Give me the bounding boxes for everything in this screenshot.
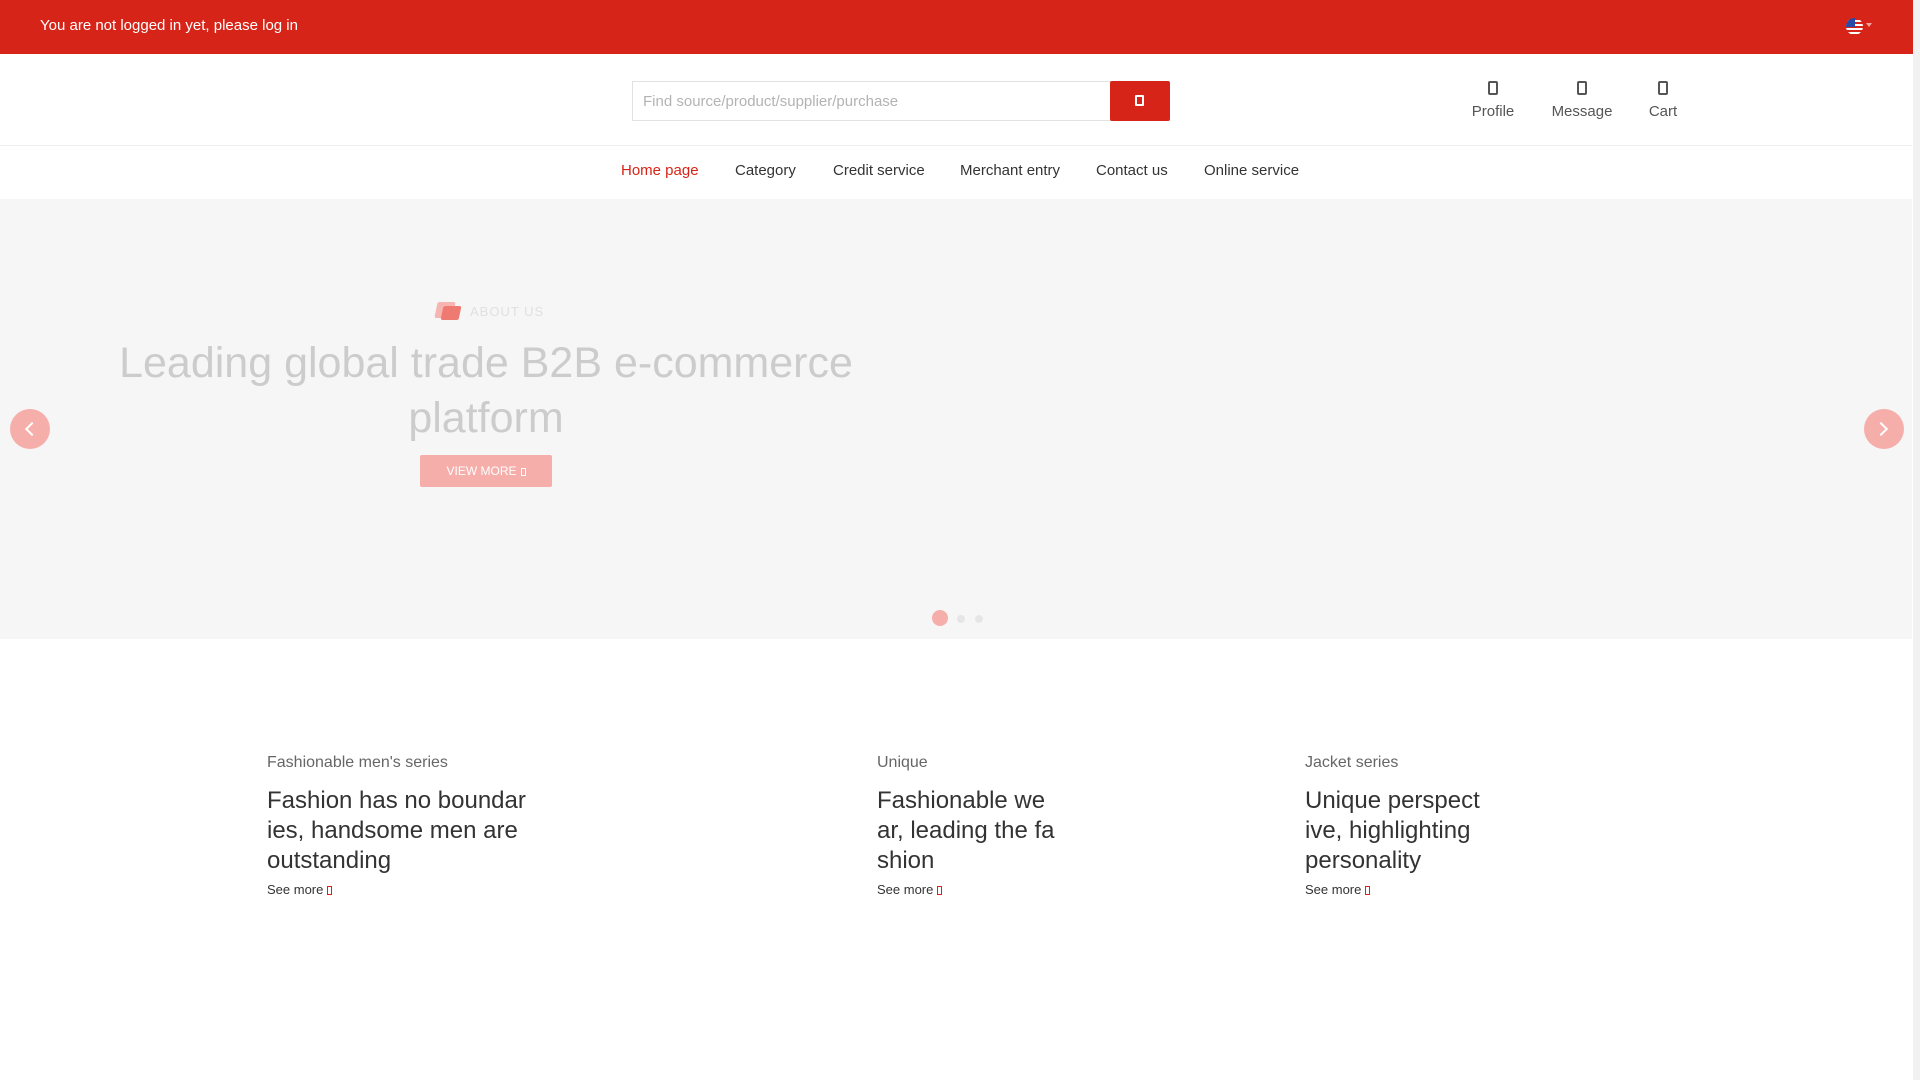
chevron-right-icon	[1873, 421, 1889, 437]
promo-subtitle: Unique	[877, 754, 928, 771]
promo-title: Unique perspective, highlighting persona…	[1305, 787, 1480, 874]
see-more-link[interactable]: See more	[1305, 882, 1485, 897]
profile-link[interactable]: Profile	[1470, 81, 1516, 120]
carousel-dot-3[interactable]	[975, 615, 983, 623]
header: Profile Message Cart	[0, 54, 1912, 146]
nav-item-contact-us[interactable]: Contact us	[1096, 162, 1168, 179]
carousel-dot-1[interactable]	[932, 610, 948, 626]
nav-item-home-page[interactable]: Home page	[621, 162, 699, 179]
cart-link[interactable]: Cart	[1646, 81, 1680, 120]
cart-icon	[1658, 81, 1668, 95]
chevron-left-icon	[24, 421, 40, 437]
cart-label: Cart	[1648, 103, 1678, 120]
promo-title: Fashionable wear, leading the fashion	[877, 787, 1055, 874]
top-bar: You are not logged in yet, please log in	[0, 0, 1920, 54]
arrow-right-icon	[520, 468, 526, 476]
us-flag-icon[interactable]	[1846, 18, 1863, 35]
see-more-label: See more	[267, 882, 324, 897]
message-link[interactable]: Message	[1548, 81, 1616, 120]
search-bar	[632, 81, 1170, 121]
hero-carousel: ABOUT US Leading global trade B2B e-comm…	[0, 199, 1912, 639]
book-icon-front	[440, 306, 462, 320]
promo-title: Fashion has no boundaries, handsome men …	[267, 787, 526, 874]
see-more-label: See more	[877, 882, 934, 897]
promo-card: Fashionable men's series Fashion has no …	[267, 754, 527, 897]
promo-card: Jacket series Unique perspective, highli…	[1305, 754, 1485, 897]
carousel-dot-2[interactable]	[957, 615, 965, 623]
main-nav: Home page Category Credit service Mercha…	[0, 146, 1912, 198]
see-more-label: See more	[1305, 882, 1362, 897]
see-more-link[interactable]: See more	[877, 882, 1057, 897]
search-button[interactable]	[1110, 81, 1170, 121]
view-more-label: VIEW MORE	[446, 464, 517, 478]
flag-canton	[1846, 18, 1855, 27]
user-icon	[1488, 81, 1498, 95]
page-scrollbar[interactable]	[1913, 0, 1920, 1080]
carousel-next-button[interactable]	[1864, 409, 1904, 449]
arrow-right-icon	[937, 886, 943, 895]
profile-label: Profile	[1471, 103, 1515, 120]
book-icon	[434, 300, 462, 320]
see-more-link[interactable]: See more	[267, 882, 527, 897]
message-icon	[1577, 81, 1587, 95]
search-icon	[1135, 95, 1144, 106]
view-more-button[interactable]: VIEW MORE	[420, 455, 552, 487]
nav-item-credit-service[interactable]: Credit service	[833, 162, 925, 179]
search-input[interactable]	[632, 81, 1112, 121]
nav-item-category[interactable]: Category	[735, 162, 796, 179]
arrow-right-icon	[327, 886, 333, 895]
arrow-right-icon	[1365, 886, 1371, 895]
hero-headline: Leading global trade B2B e-commerce plat…	[119, 339, 853, 442]
promo-subtitle: Fashionable men's series	[267, 754, 448, 771]
chevron-down-icon[interactable]	[1866, 23, 1872, 27]
carousel-prev-button[interactable]	[10, 409, 50, 449]
promo-subtitle: Jacket series	[1305, 754, 1399, 771]
message-label: Message	[1551, 103, 1613, 120]
login-prompt-link[interactable]: You are not logged in yet, please log in	[40, 17, 298, 34]
hero-tag-label: ABOUT US	[470, 304, 545, 319]
promo-card: Unique Fashionable wear, leading the fas…	[877, 754, 1057, 897]
nav-item-online-service[interactable]: Online service	[1204, 162, 1299, 179]
hero-tag: ABOUT US	[434, 300, 543, 322]
nav-item-merchant-entry[interactable]: Merchant entry	[960, 162, 1060, 179]
